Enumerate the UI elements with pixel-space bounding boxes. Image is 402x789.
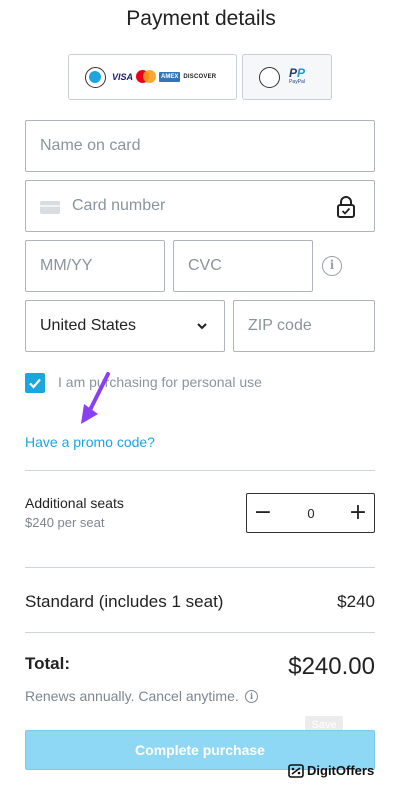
additional-seats-title: Additional seats xyxy=(25,495,124,511)
total-label: Total: xyxy=(25,654,71,673)
digitoffers-logo-icon xyxy=(288,763,304,778)
total-value: $240.00 xyxy=(288,653,375,680)
cvc-field[interactable] xyxy=(173,240,313,292)
page-title: Payment details xyxy=(126,7,276,30)
card-number-field[interactable] xyxy=(25,180,375,232)
name-on-card-field[interactable] xyxy=(25,120,375,172)
amex-logo: AMEX xyxy=(159,71,181,82)
cvc-input[interactable] xyxy=(174,241,312,291)
mastercard-logo xyxy=(136,70,157,83)
seats-count[interactable]: 0 xyxy=(287,506,335,521)
paypal-payment-option[interactable]: PP PayPal xyxy=(242,54,332,100)
expiry-input[interactable] xyxy=(26,241,164,291)
country-select[interactable]: United States xyxy=(25,300,225,352)
watermark-text: DigitOffers xyxy=(307,763,375,778)
promo-code-link[interactable]: Have a promo code? xyxy=(25,434,155,450)
card-payment-option[interactable]: VISA AMEX DISCOVER xyxy=(68,54,237,100)
zip-input[interactable] xyxy=(234,301,374,351)
plan-label: Standard (includes 1 seat) xyxy=(25,592,224,611)
divider xyxy=(25,470,375,471)
name-on-card-input[interactable] xyxy=(26,121,374,171)
paypal-mark-icon: PP xyxy=(289,66,306,80)
country-selected-value: United States xyxy=(40,317,137,334)
card-radio[interactable] xyxy=(85,67,106,88)
checkmark-icon xyxy=(29,378,41,389)
increase-seats-button[interactable]: + xyxy=(342,494,374,532)
watermark: DigitOffers xyxy=(288,763,374,778)
renew-info-icon[interactable]: i xyxy=(245,690,258,703)
expiry-field[interactable] xyxy=(25,240,165,292)
plan-price: $240 xyxy=(337,592,375,611)
card-brand-logos: VISA AMEX DISCOVER xyxy=(112,70,216,83)
cvc-info-icon[interactable]: i xyxy=(322,256,342,276)
paypal-logo: PP PayPal xyxy=(289,67,305,85)
annotation-arrow-icon xyxy=(81,372,110,424)
chevron-down-icon xyxy=(197,323,207,330)
visa-logo: VISA xyxy=(112,71,134,82)
seat-price: $240 per seat xyxy=(25,515,105,530)
lock-icon xyxy=(337,196,355,218)
divider xyxy=(25,567,375,568)
renew-note: Renews annually. Cancel anytime. xyxy=(25,688,239,704)
personal-use-checkbox[interactable] xyxy=(25,373,45,393)
zip-field[interactable] xyxy=(233,300,375,352)
decrease-seats-button[interactable]: − xyxy=(247,494,279,532)
discover-logo: DISCOVER xyxy=(183,73,217,80)
credit-card-icon xyxy=(40,201,60,214)
paypal-radio[interactable] xyxy=(259,67,280,88)
card-number-input[interactable] xyxy=(26,181,374,231)
seats-stepper[interactable]: − 0 + xyxy=(246,493,375,533)
divider xyxy=(25,632,375,633)
paypal-wordmark: PayPal xyxy=(289,79,305,85)
